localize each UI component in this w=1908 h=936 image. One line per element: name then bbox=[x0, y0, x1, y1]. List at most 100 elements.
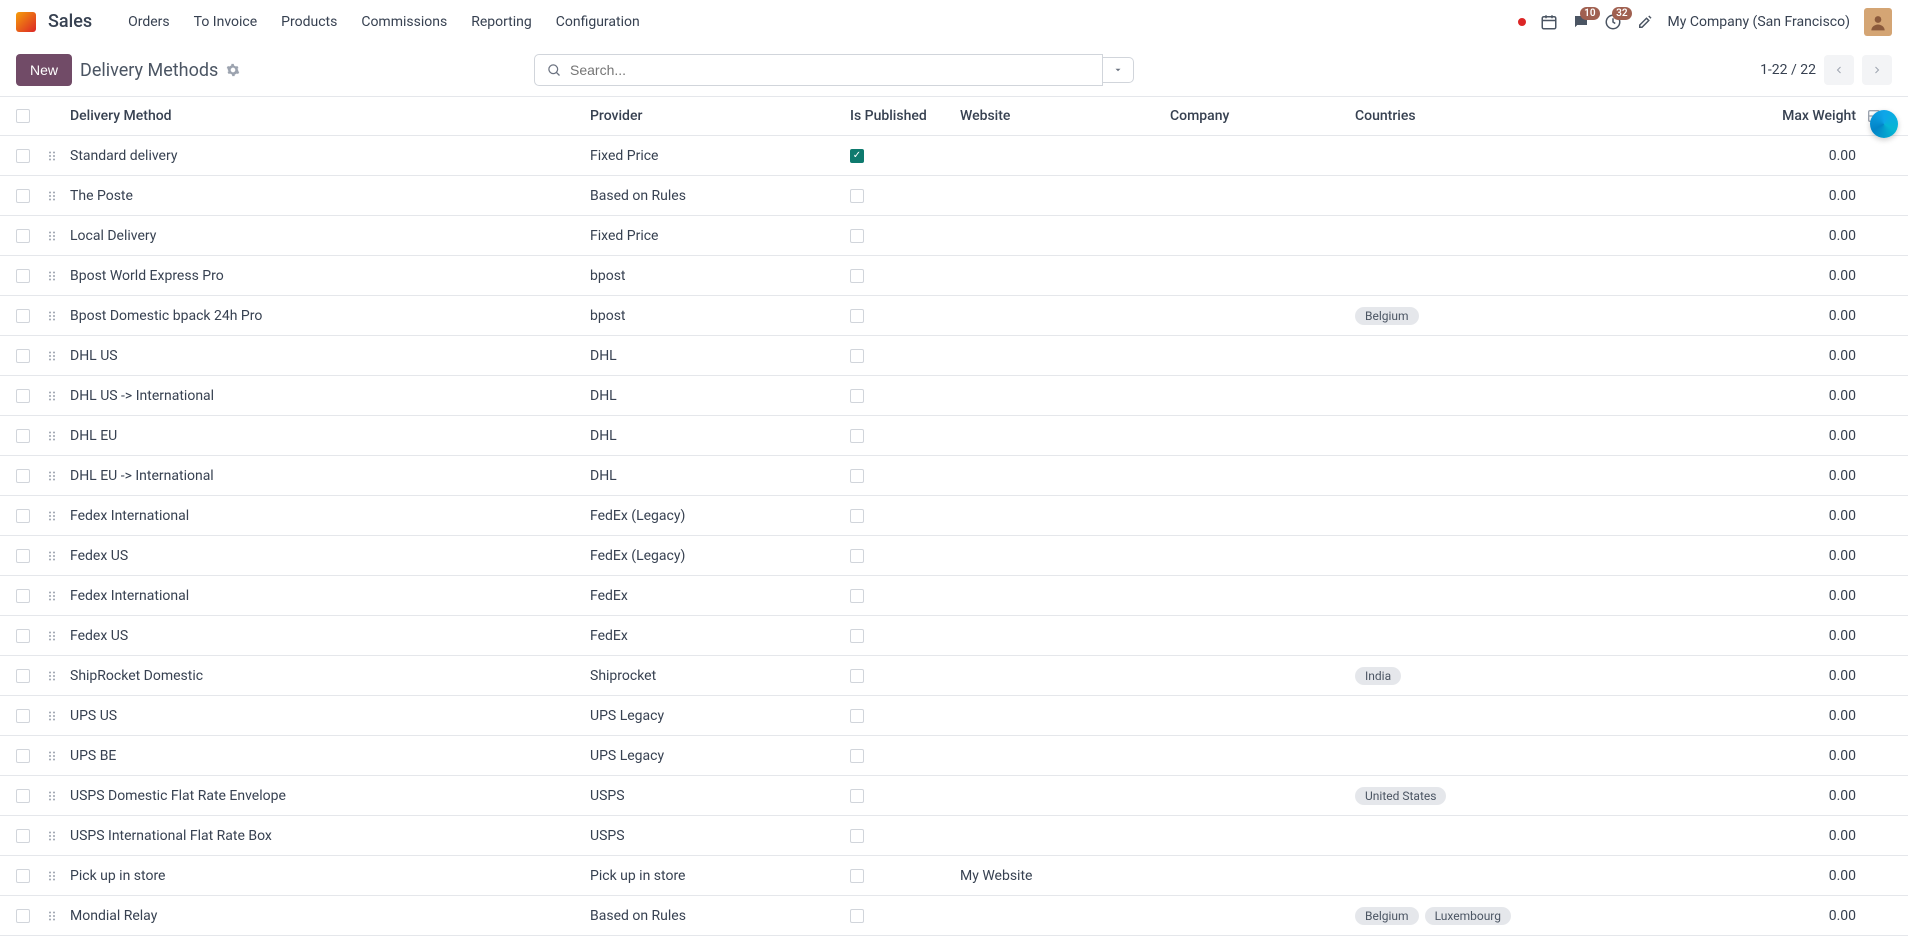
cell-published[interactable] bbox=[850, 349, 960, 363]
cell-published[interactable] bbox=[850, 269, 960, 283]
cell-published[interactable] bbox=[850, 669, 960, 683]
country-tag[interactable]: Belgium bbox=[1355, 307, 1419, 325]
table-row[interactable]: UPS BEUPS Legacy0.00 bbox=[0, 736, 1908, 776]
nav-item-configuration[interactable]: Configuration bbox=[544, 6, 652, 38]
row-checkbox[interactable] bbox=[16, 789, 30, 803]
drag-handle-icon[interactable] bbox=[46, 628, 70, 644]
row-checkbox[interactable] bbox=[16, 469, 30, 483]
table-row[interactable]: DHL EU -> InternationalDHL0.00 bbox=[0, 456, 1908, 496]
app-name[interactable]: Sales bbox=[48, 11, 92, 32]
cell-published[interactable] bbox=[850, 229, 960, 243]
cell-published[interactable] bbox=[850, 509, 960, 523]
row-checkbox[interactable] bbox=[16, 909, 30, 923]
drag-handle-icon[interactable] bbox=[46, 548, 70, 564]
header-company[interactable]: Company bbox=[1170, 108, 1355, 124]
cell-published[interactable] bbox=[850, 709, 960, 723]
gear-icon[interactable] bbox=[226, 63, 240, 77]
chat-icon[interactable]: 10 bbox=[1572, 13, 1590, 31]
search-box[interactable] bbox=[534, 54, 1103, 86]
drag-handle-icon[interactable] bbox=[46, 468, 70, 484]
nav-item-commissions[interactable]: Commissions bbox=[349, 6, 459, 38]
swirl-icon[interactable] bbox=[1870, 110, 1898, 138]
table-row[interactable]: USPS International Flat Rate BoxUSPS0.00 bbox=[0, 816, 1908, 856]
row-checkbox[interactable] bbox=[16, 509, 30, 523]
activity-icon[interactable]: 32 bbox=[1604, 13, 1622, 31]
table-row[interactable]: DHL US -> InternationalDHL0.00 bbox=[0, 376, 1908, 416]
drag-handle-icon[interactable] bbox=[46, 828, 70, 844]
row-checkbox[interactable] bbox=[16, 829, 30, 843]
table-row[interactable]: Fedex InternationalFedEx (Legacy)0.00 bbox=[0, 496, 1908, 536]
table-row[interactable]: Pick up in storePick up in storeMy Websi… bbox=[0, 856, 1908, 896]
cell-published[interactable] bbox=[850, 309, 960, 323]
cell-published[interactable] bbox=[850, 589, 960, 603]
drag-handle-icon[interactable] bbox=[46, 588, 70, 604]
cell-published[interactable] bbox=[850, 549, 960, 563]
header-weight[interactable]: Max Weight bbox=[1755, 108, 1866, 124]
table-row[interactable]: Fedex InternationalFedEx0.00 bbox=[0, 576, 1908, 616]
table-row[interactable]: UPS USUPS Legacy0.00 bbox=[0, 696, 1908, 736]
drag-handle-icon[interactable] bbox=[46, 508, 70, 524]
nav-item-products[interactable]: Products bbox=[269, 6, 349, 38]
table-row[interactable]: Local DeliveryFixed Price0.00 bbox=[0, 216, 1908, 256]
drag-handle-icon[interactable] bbox=[46, 188, 70, 204]
cell-published[interactable]: ✓ bbox=[850, 149, 960, 163]
drag-handle-icon[interactable] bbox=[46, 228, 70, 244]
drag-handle-icon[interactable] bbox=[46, 428, 70, 444]
nav-item-orders[interactable]: Orders bbox=[116, 6, 182, 38]
calendar-icon[interactable] bbox=[1540, 13, 1558, 31]
drag-handle-icon[interactable] bbox=[46, 868, 70, 884]
company-name[interactable]: My Company (San Francisco) bbox=[1668, 14, 1850, 30]
cell-published[interactable] bbox=[850, 909, 960, 923]
row-checkbox[interactable] bbox=[16, 589, 30, 603]
cell-published[interactable] bbox=[850, 429, 960, 443]
cell-published[interactable] bbox=[850, 629, 960, 643]
table-row[interactable]: ShipRocket DomesticShiprocketIndia0.00 bbox=[0, 656, 1908, 696]
header-countries[interactable]: Countries bbox=[1355, 108, 1755, 124]
row-checkbox[interactable] bbox=[16, 669, 30, 683]
pager-text[interactable]: 1-22 / 22 bbox=[1760, 62, 1816, 78]
row-checkbox[interactable] bbox=[16, 189, 30, 203]
select-all-checkbox[interactable] bbox=[16, 109, 30, 123]
drag-handle-icon[interactable] bbox=[46, 748, 70, 764]
row-checkbox[interactable] bbox=[16, 229, 30, 243]
avatar[interactable] bbox=[1864, 8, 1892, 36]
row-checkbox[interactable] bbox=[16, 549, 30, 563]
cell-published[interactable] bbox=[850, 389, 960, 403]
table-row[interactable]: Mondial RelayBased on RulesBelgiumLuxemb… bbox=[0, 896, 1908, 936]
row-checkbox[interactable] bbox=[16, 309, 30, 323]
header-published[interactable]: Is Published bbox=[850, 108, 960, 124]
prev-page-button[interactable] bbox=[1824, 55, 1854, 85]
cell-published[interactable] bbox=[850, 749, 960, 763]
row-checkbox[interactable] bbox=[16, 269, 30, 283]
drag-handle-icon[interactable] bbox=[46, 308, 70, 324]
cell-published[interactable] bbox=[850, 869, 960, 883]
header-provider[interactable]: Provider bbox=[590, 108, 850, 124]
table-row[interactable]: DHL EUDHL0.00 bbox=[0, 416, 1908, 456]
country-tag[interactable]: Luxembourg bbox=[1425, 907, 1511, 925]
header-method[interactable]: Delivery Method bbox=[70, 108, 590, 124]
search-input[interactable] bbox=[570, 62, 1090, 78]
cell-published[interactable] bbox=[850, 189, 960, 203]
table-row[interactable]: Bpost Domestic bpack 24h ProbpostBelgium… bbox=[0, 296, 1908, 336]
drag-handle-icon[interactable] bbox=[46, 148, 70, 164]
table-row[interactable]: Fedex USFedEx0.00 bbox=[0, 616, 1908, 656]
header-website[interactable]: Website bbox=[960, 108, 1170, 124]
drag-handle-icon[interactable] bbox=[46, 788, 70, 804]
row-checkbox[interactable] bbox=[16, 389, 30, 403]
cell-published[interactable] bbox=[850, 469, 960, 483]
table-row[interactable]: Fedex USFedEx (Legacy)0.00 bbox=[0, 536, 1908, 576]
search-dropdown[interactable] bbox=[1103, 57, 1134, 83]
app-logo-icon[interactable] bbox=[16, 12, 36, 32]
row-checkbox[interactable] bbox=[16, 709, 30, 723]
country-tag[interactable]: United States bbox=[1355, 787, 1446, 805]
cell-published[interactable] bbox=[850, 829, 960, 843]
table-row[interactable]: Bpost World Express Probpost0.00 bbox=[0, 256, 1908, 296]
table-row[interactable]: DHL USDHL0.00 bbox=[0, 336, 1908, 376]
drag-handle-icon[interactable] bbox=[46, 668, 70, 684]
country-tag[interactable]: India bbox=[1355, 667, 1401, 685]
row-checkbox[interactable] bbox=[16, 149, 30, 163]
drag-handle-icon[interactable] bbox=[46, 268, 70, 284]
row-checkbox[interactable] bbox=[16, 629, 30, 643]
row-checkbox[interactable] bbox=[16, 749, 30, 763]
row-checkbox[interactable] bbox=[16, 869, 30, 883]
